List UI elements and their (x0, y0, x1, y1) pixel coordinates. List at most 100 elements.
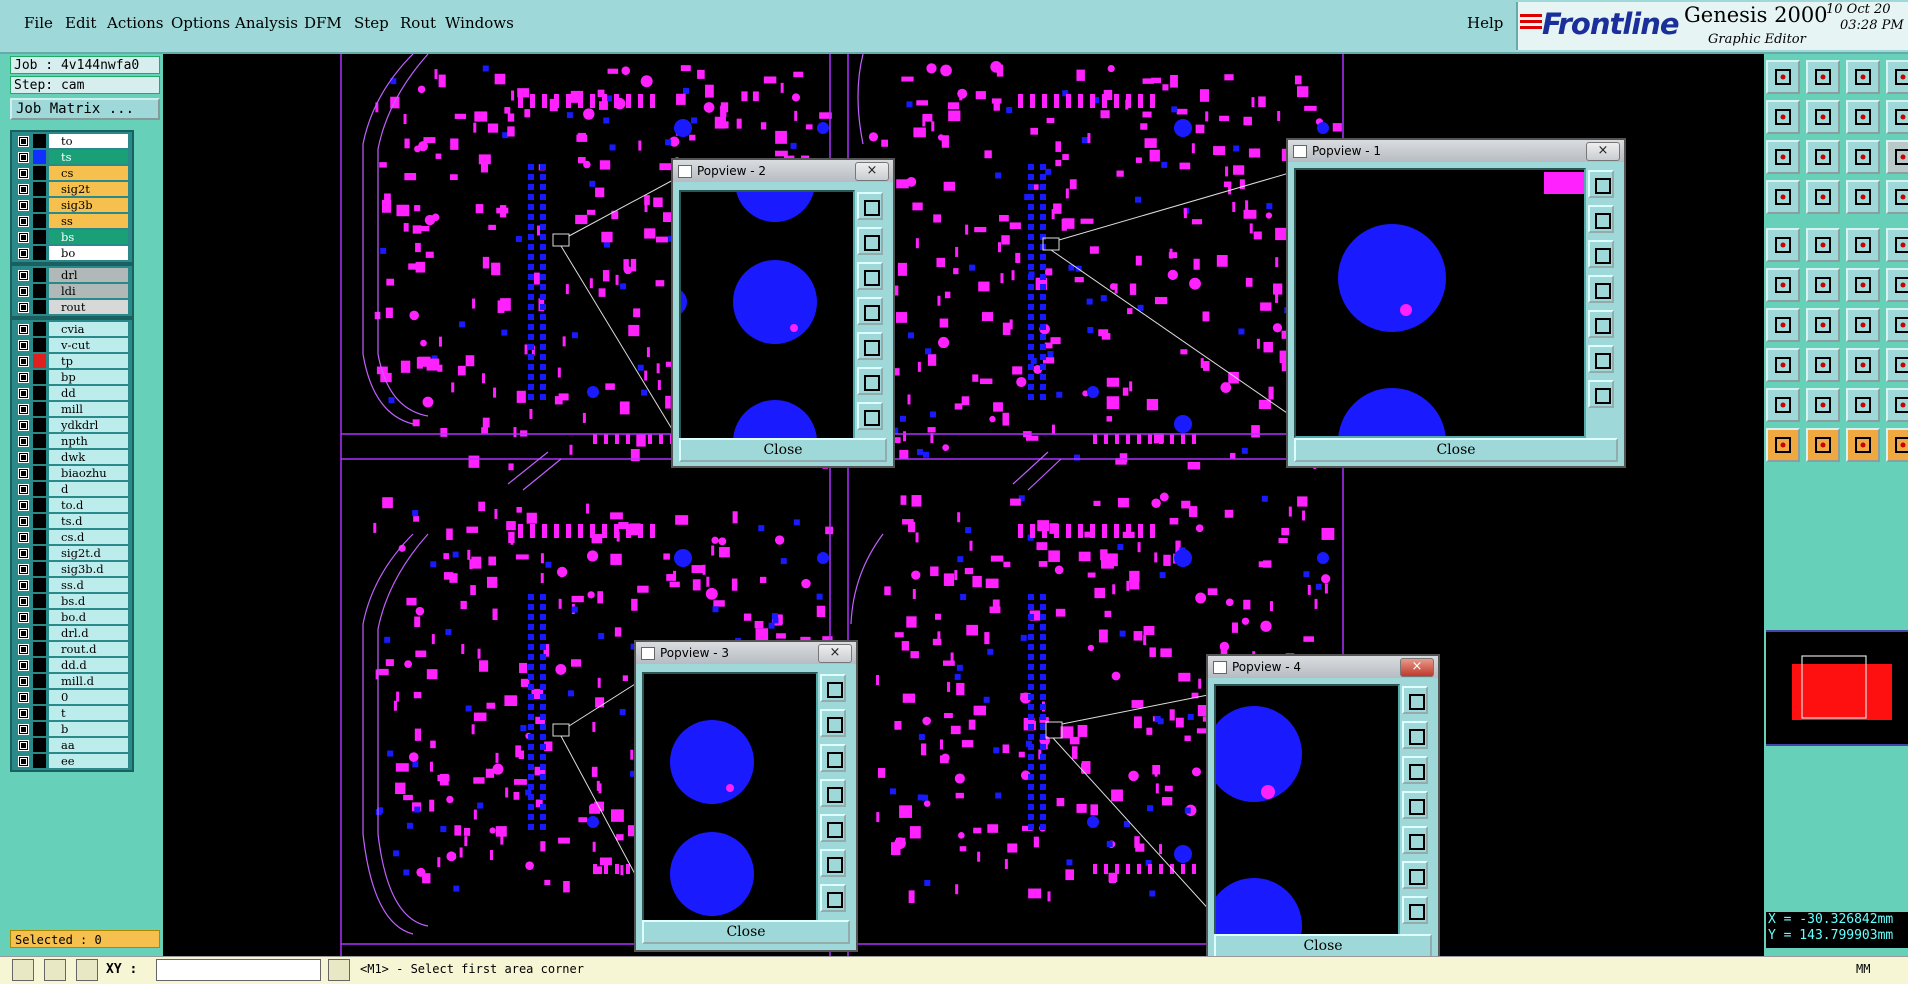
layer-name[interactable]: ss.d (49, 578, 128, 592)
layer-name[interactable]: biaozhu (49, 466, 128, 480)
layer-checkbox[interactable] (18, 404, 29, 415)
layer-checkbox[interactable] (18, 302, 29, 313)
menu-rout[interactable]: Rout (400, 14, 436, 32)
arc-icon[interactable] (1766, 308, 1800, 342)
layer-row-sig3b[interactable]: sig3b (12, 197, 132, 213)
pan-down-icon[interactable] (857, 262, 883, 290)
popview-4-close-icon[interactable]: × (1400, 658, 1434, 677)
via-icon[interactable] (1806, 228, 1840, 262)
layer-name[interactable]: aa (49, 738, 128, 752)
layer-name[interactable]: ldi (49, 284, 128, 298)
layer-checkbox[interactable] (18, 740, 29, 751)
layer-name[interactable]: sig3b (49, 198, 128, 212)
layer-checkbox[interactable] (18, 484, 29, 495)
layer-row-drl[interactable]: drl (12, 267, 132, 283)
popview-3-close-button[interactable]: Close (642, 920, 850, 944)
layer-color-swatch[interactable] (33, 642, 46, 656)
transfer-icon[interactable] (1846, 348, 1880, 382)
layer-color-swatch[interactable] (33, 722, 46, 736)
layer-row-sig3b-d[interactable]: sig3b.d (12, 561, 132, 577)
layer-checkbox[interactable] (18, 420, 29, 431)
layer-row-ss-d[interactable]: ss.d (12, 577, 132, 593)
menu-analysis[interactable]: Analysis (235, 14, 298, 32)
layer-name[interactable]: d (49, 482, 128, 496)
pointer-icon[interactable] (1766, 428, 1800, 462)
zoom-in-icon[interactable] (820, 849, 846, 877)
zoom-out-icon[interactable] (1588, 380, 1614, 408)
popview-1-close-button[interactable]: Close (1294, 438, 1618, 462)
pan-right-icon[interactable] (820, 814, 846, 842)
menu-options[interactable]: Options (171, 14, 230, 32)
layer-name[interactable]: drl.d (49, 626, 128, 640)
align-icon[interactable] (1886, 100, 1908, 134)
zoom-area-icon[interactable] (1806, 140, 1840, 174)
layer-checkbox[interactable] (18, 168, 29, 179)
layer-checkbox[interactable] (18, 532, 29, 543)
layer-row-dd[interactable]: dd (12, 385, 132, 401)
layer-row-cs[interactable]: cs (12, 165, 132, 181)
layer-color-swatch[interactable] (33, 706, 46, 720)
layer-row-v-cut[interactable]: v-cut (12, 337, 132, 353)
rotate-icon[interactable] (1846, 100, 1880, 134)
layer-row-dwk[interactable]: dwk (12, 449, 132, 465)
layer-checkbox[interactable] (18, 708, 29, 719)
layer-checkbox[interactable] (18, 516, 29, 527)
pan-left-icon[interactable] (820, 779, 846, 807)
layer-color-swatch[interactable] (33, 230, 46, 244)
panel-icon[interactable] (1886, 60, 1908, 94)
pointer-select-icon[interactable] (1806, 428, 1840, 462)
pointer-add-icon[interactable] (1886, 428, 1908, 462)
layer-name[interactable]: to (49, 134, 128, 148)
layer-color-swatch[interactable] (33, 322, 46, 336)
layer-row-bo-d[interactable]: bo.d (12, 609, 132, 625)
layer-name[interactable]: rout.d (49, 642, 128, 656)
layer-color-swatch[interactable] (33, 482, 46, 496)
layer-color-swatch[interactable] (33, 246, 46, 260)
layer-row-to[interactable]: to (12, 133, 132, 149)
layer-checkbox[interactable] (18, 356, 29, 367)
layer-checkbox[interactable] (18, 388, 29, 399)
layer-name[interactable]: sig2t.d (49, 546, 128, 560)
layer-color-swatch[interactable] (33, 466, 46, 480)
layer-name[interactable]: 0 (49, 690, 128, 704)
layer-row-ldi[interactable]: ldi (12, 283, 132, 299)
layer-row-aa[interactable]: aa (12, 737, 132, 753)
popview-2-close-button[interactable]: Close (679, 438, 887, 462)
layer-name[interactable]: drl (49, 268, 128, 282)
layer-color-swatch[interactable] (33, 690, 46, 704)
layer-checkbox[interactable] (18, 644, 29, 655)
zoom-home-icon[interactable] (857, 192, 883, 220)
layer-name[interactable]: t (49, 706, 128, 720)
layer-name[interactable]: ydkdrl (49, 418, 128, 432)
triangle-cut-icon[interactable] (1806, 388, 1840, 422)
layer-name[interactable]: sig2t (49, 182, 128, 196)
layer-color-swatch[interactable] (33, 546, 46, 560)
layer-color-swatch[interactable] (33, 338, 46, 352)
layer-row-ts[interactable]: ts (12, 149, 132, 165)
layer-color-swatch[interactable] (33, 450, 46, 464)
layer-color-swatch[interactable] (33, 386, 46, 400)
pan-left-icon[interactable] (1402, 791, 1428, 819)
layer-checkbox[interactable] (18, 548, 29, 559)
layer-name[interactable]: to.d (49, 498, 128, 512)
layer-name[interactable]: dd (49, 386, 128, 400)
pan-left-icon[interactable] (857, 297, 883, 325)
popview-1-titlebar[interactable]: Popview - 1 × (1288, 140, 1624, 162)
select-all-icon[interactable] (1806, 180, 1840, 214)
layer-name[interactable]: cvia (49, 322, 128, 336)
popview-1-close-icon[interactable]: × (1586, 142, 1620, 161)
layer-color-swatch[interactable] (33, 674, 46, 688)
popview-3-canvas[interactable] (642, 672, 818, 922)
layer-row-b[interactable]: b (12, 721, 132, 737)
layer-checkbox[interactable] (18, 216, 29, 227)
layer-color-swatch[interactable] (33, 418, 46, 432)
layer-row-bo[interactable]: bo (12, 245, 132, 261)
layer-name[interactable]: bo (49, 246, 128, 260)
zoom-home-icon[interactable] (1402, 686, 1428, 714)
layer-checkbox[interactable] (18, 756, 29, 767)
popview-2-titlebar[interactable]: Popview - 2 × (673, 160, 893, 182)
layer-checkbox[interactable] (18, 184, 29, 195)
layer-row-0[interactable]: 0 (12, 689, 132, 705)
triangle-fill-icon[interactable] (1886, 388, 1908, 422)
popview-3-close-icon[interactable]: × (818, 644, 852, 663)
